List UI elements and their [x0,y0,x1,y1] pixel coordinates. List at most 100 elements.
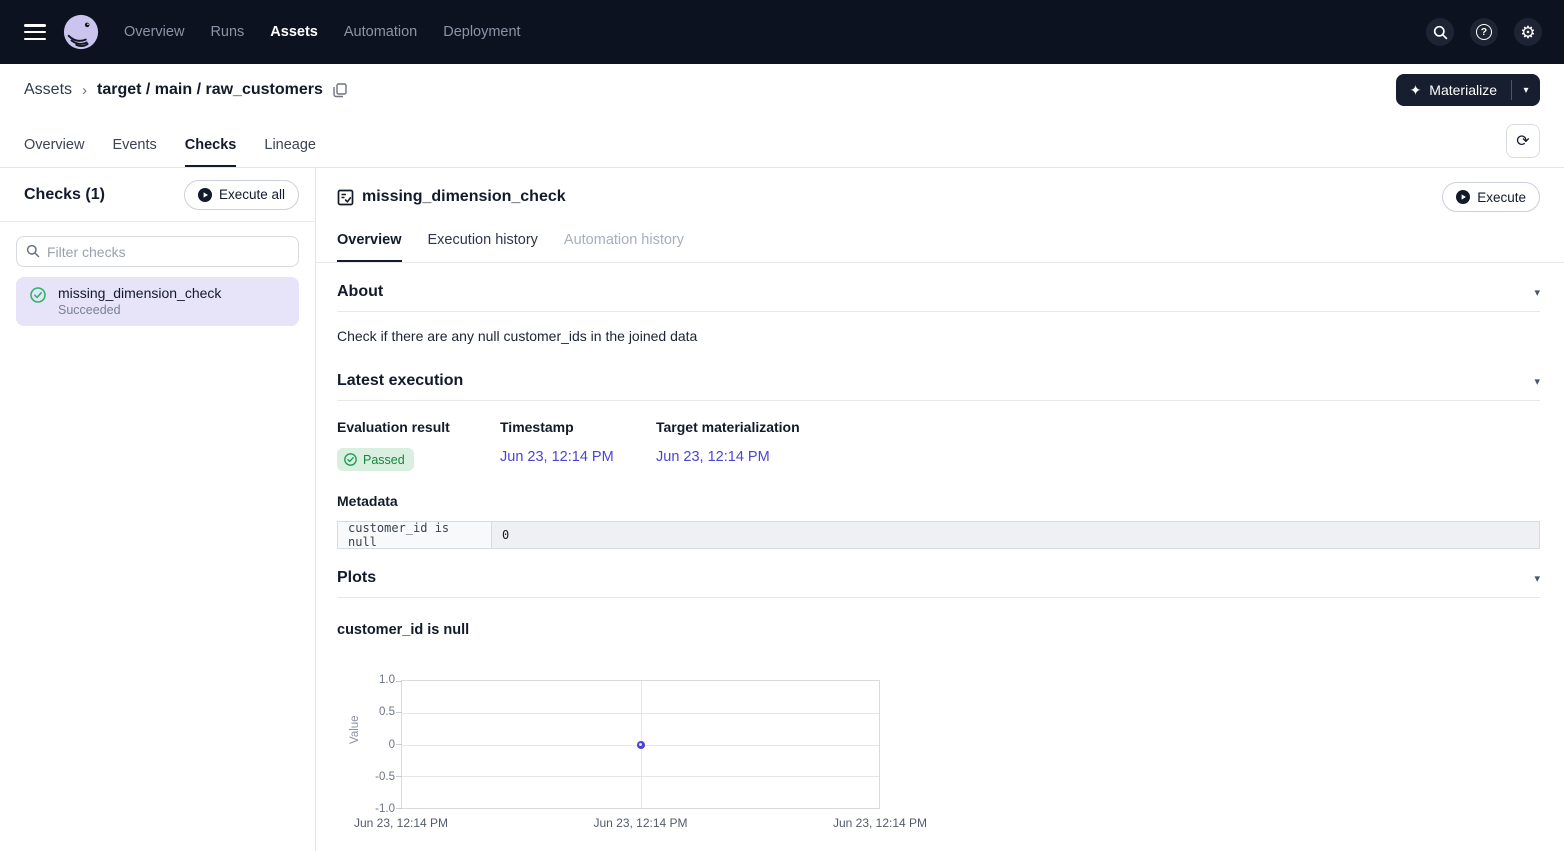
asset-check-icon [337,189,354,206]
check-item-status: Succeeded [58,303,221,317]
subtab-overview[interactable]: Overview [337,232,402,262]
asset-tabs: Overview Events Checks Lineage ⟳ [0,116,1564,168]
x-tick-label: Jun 23, 12:14 PM [354,816,448,830]
about-description: Check if there are any null customer_ids… [337,328,1540,344]
check-item-name: missing_dimension_check [58,285,221,301]
passed-badge: Passed [337,448,414,471]
materialize-button[interactable]: ✦ Materialize [1396,74,1511,106]
plots-section-header: Plots ▾ [337,549,1540,598]
execute-button[interactable]: Execute [1442,182,1540,212]
about-section-header: About ▾ [337,263,1540,312]
check-detail-title: missing_dimension_check [362,188,566,206]
tab-checks[interactable]: Checks [185,137,237,167]
latest-execution-heading: Latest execution [337,372,463,390]
body: Checks (1) Execute all missing_dimension… [0,168,1564,851]
checks-sidebar: Checks (1) Execute all missing_dimension… [0,168,316,851]
data-point [637,741,645,749]
tab-events[interactable]: Events [112,137,156,167]
y-tick-label: -0.5 [375,771,395,783]
timestamp-link[interactable]: Jun 23, 12:14 PM [500,449,614,465]
y-tick-label: 0 [389,739,395,751]
subtab-automation-history: Automation history [564,232,684,262]
check-title-wrap: missing_dimension_check [337,188,566,206]
about-heading: About [337,283,383,301]
materialize-label: Materialize [1429,82,1497,98]
y-tick-label: 1.0 [379,674,395,686]
settings-button[interactable]: ⚙ [1514,18,1542,46]
checks-header: Checks (1) Execute all [0,168,315,222]
y-tick-mark [396,744,402,745]
materialize-dropdown-button[interactable]: ▾ [1512,74,1540,106]
search-icon [1433,25,1448,40]
metadata-table: customer_id is null 0 [337,521,1540,549]
subtab-execution-history[interactable]: Execution history [428,232,538,262]
collapse-caret-icon[interactable]: ▾ [1534,375,1540,388]
help-icon: ? [1476,24,1492,40]
hamburger-menu-icon[interactable] [24,24,46,40]
chevron-right-icon: › [82,82,87,99]
metadata-value: 0 [492,522,1539,548]
col-evaluation-result: Evaluation result [337,419,500,435]
plot-title: customer_id is null [337,622,1540,638]
nav-right-actions: ? ⚙ [1426,18,1542,46]
filter-wrap [16,236,299,267]
collapse-caret-icon[interactable]: ▾ [1534,572,1540,585]
y-tick-mark [396,681,402,682]
y-tick-label: -1.0 [375,803,395,815]
success-check-icon [30,287,46,303]
plot-area [401,680,880,809]
col-timestamp: Timestamp [500,419,656,435]
y-tick-mark [396,712,402,713]
execute-label: Execute [1477,190,1526,205]
check-list-item[interactable]: missing_dimension_check Succeeded [16,277,299,326]
tab-lineage[interactable]: Lineage [264,137,316,167]
latest-execution-table: Evaluation result Timestamp Target mater… [337,419,1540,471]
check-item-texts: missing_dimension_check Succeeded [58,285,221,317]
plots-heading: Plots [337,569,376,587]
y-tick-labels: 1.00.50-0.5-1.0 [359,680,395,809]
y-tick-label: 0.5 [379,706,395,718]
passed-label: Passed [363,453,405,467]
breadcrumb-assets-link[interactable]: Assets [24,81,72,99]
refresh-button[interactable]: ⟳ [1506,124,1540,158]
x-tick-label: Jun 23, 12:14 PM [593,816,687,830]
nav-item-deployment[interactable]: Deployment [443,24,520,40]
success-check-icon [344,453,357,466]
filter-checks-input[interactable] [16,236,299,267]
primary-nav: Overview Runs Assets Automation Deployme… [124,24,521,40]
search-icon [26,244,40,258]
check-detail-header: missing_dimension_check Execute [316,168,1564,218]
search-button[interactable] [1426,18,1454,46]
play-icon [198,188,212,202]
top-nav: Overview Runs Assets Automation Deployme… [0,0,1564,64]
plot-chart: Value 1.00.50-0.5-1.0 Jun 23, 12:14 PMJu… [337,680,1540,850]
nav-item-automation[interactable]: Automation [344,24,417,40]
play-icon [1456,190,1470,204]
nav-item-runs[interactable]: Runs [210,24,244,40]
nav-item-overview[interactable]: Overview [124,24,184,40]
breadcrumb-asset-path: target / main / raw_customers [97,81,323,99]
dagster-logo-icon[interactable] [62,13,100,51]
col-target-materialization: Target materialization [656,419,1540,435]
nav-item-assets[interactable]: Assets [270,24,318,40]
y-tick-mark [396,776,402,777]
refresh-icon: ⟳ [1516,131,1529,151]
copy-button[interactable] [333,83,347,98]
check-subtabs: Overview Execution history Automation hi… [316,218,1564,263]
breadcrumb-row: Assets › target / main / raw_customers ✦… [0,64,1564,116]
page: Overview Runs Assets Automation Deployme… [0,0,1564,851]
materialize-split-button: ✦ Materialize ▾ [1396,74,1540,106]
metadata-heading: Metadata [337,493,1540,509]
help-button[interactable]: ? [1470,18,1498,46]
target-materialization-link[interactable]: Jun 23, 12:14 PM [656,449,770,465]
execute-all-button[interactable]: Execute all [184,180,299,210]
tab-overview[interactable]: Overview [24,137,84,167]
checks-count-title: Checks (1) [24,186,105,204]
collapse-caret-icon[interactable]: ▾ [1534,286,1540,299]
gear-icon: ⚙ [1520,24,1535,41]
x-tick-label: Jun 23, 12:14 PM [833,816,927,830]
check-detail-panel: missing_dimension_check Execute Overview… [316,168,1564,851]
asset-actions: ✦ Materialize ▾ [1396,74,1540,106]
execute-all-label: Execute all [219,187,285,202]
latest-execution-section-header: Latest execution ▾ [337,352,1540,401]
